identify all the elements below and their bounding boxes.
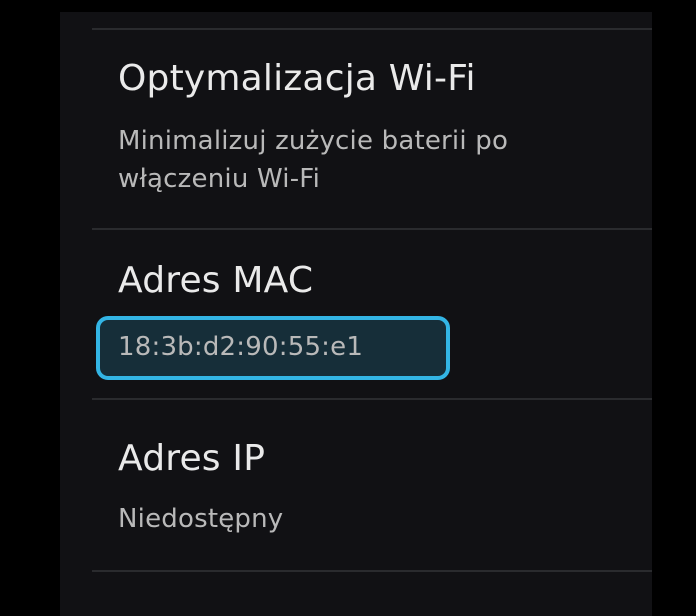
settings-screen: Optymalizacja Wi-Fi Minimalizuj zużycie … (60, 12, 652, 616)
pref-title: Adres IP (118, 438, 266, 479)
divider (92, 570, 652, 572)
pref-title: Adres MAC (118, 260, 314, 301)
pref-ip-address[interactable]: Adres IP Niedostępny (60, 400, 652, 570)
pref-summary: Niedostępny (118, 504, 284, 534)
pref-title: Optymalizacja Wi-Fi (118, 58, 476, 99)
pref-wifi-optimization[interactable]: Optymalizacja Wi-Fi Minimalizuj zużycie … (60, 30, 652, 228)
mac-address-value[interactable]: 18:3b:d2:90:55:e1 (118, 328, 638, 366)
pref-summary: Minimalizuj zużycie baterii po włączeniu… (118, 126, 509, 194)
